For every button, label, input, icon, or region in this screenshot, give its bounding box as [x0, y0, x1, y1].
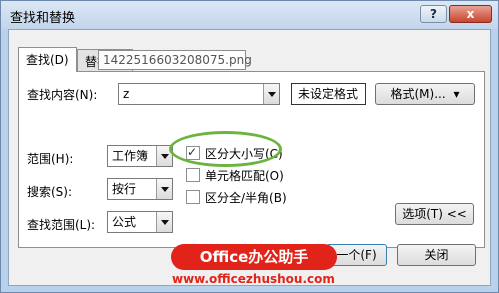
within-label: 范围(H):	[27, 152, 74, 166]
close-window-button[interactable]: x	[449, 5, 492, 23]
help-button[interactable]: ?	[420, 5, 447, 23]
chevron-down-icon[interactable]	[156, 179, 172, 199]
within-value: 工作簿	[112, 149, 149, 163]
find-what-label: 查找内容(N):	[27, 88, 98, 102]
title-bar: 查找和替换 ? x	[1, 1, 498, 29]
options-toggle-button[interactable]: 选项(T) <<	[395, 203, 474, 225]
search-label: 搜索(S):	[27, 185, 73, 199]
match-byte-checkbox[interactable]	[186, 190, 200, 204]
find-what-value: z	[123, 87, 130, 101]
search-select[interactable]: 按行	[107, 178, 173, 200]
match-entire-cell-checkbox[interactable]	[186, 168, 200, 182]
watermark-badge: Office办公助手	[171, 244, 337, 270]
highlight-ring	[169, 131, 282, 167]
format-button-label: 格式(M)...	[390, 87, 446, 101]
search-value: 按行	[112, 182, 137, 196]
match-entire-cell-label: 单元格匹配(O)	[205, 169, 284, 183]
tab-find[interactable]: 查找(D)	[18, 47, 77, 72]
format-status: 未设定格式	[298, 87, 359, 101]
chevron-down-icon[interactable]	[156, 212, 172, 232]
find-what-input[interactable]: z	[118, 83, 280, 105]
match-byte-label: 区分全/半角(B)	[205, 191, 287, 205]
look-in-label: 查找范围(L):	[27, 218, 96, 232]
within-select[interactable]: 工作簿	[107, 145, 173, 167]
look-in-value: 公式	[112, 215, 137, 229]
look-in-select[interactable]: 公式	[107, 211, 173, 233]
dropdown-arrow-icon: ▾	[453, 87, 460, 101]
chevron-down-icon[interactable]	[263, 84, 279, 104]
match-byte-option[interactable]: 区分全/半角(B)	[186, 190, 287, 206]
watermark-url: www.officezhushou.com	[172, 272, 335, 286]
match-entire-cell-option[interactable]: 单元格匹配(O)	[186, 168, 284, 184]
format-button[interactable]: 格式(M)... ▾	[375, 83, 475, 105]
dialog-title: 查找和替换	[10, 11, 76, 26]
filename-tooltip: 1422516603208075.png	[98, 50, 252, 70]
format-preview: 未设定格式	[291, 83, 366, 105]
close-button[interactable]: 关闭	[397, 244, 476, 266]
find-replace-dialog: 查找和替换 ? x 查找(D) 替换(P) 查找内容(N): z 未设定格式 格…	[0, 0, 499, 293]
